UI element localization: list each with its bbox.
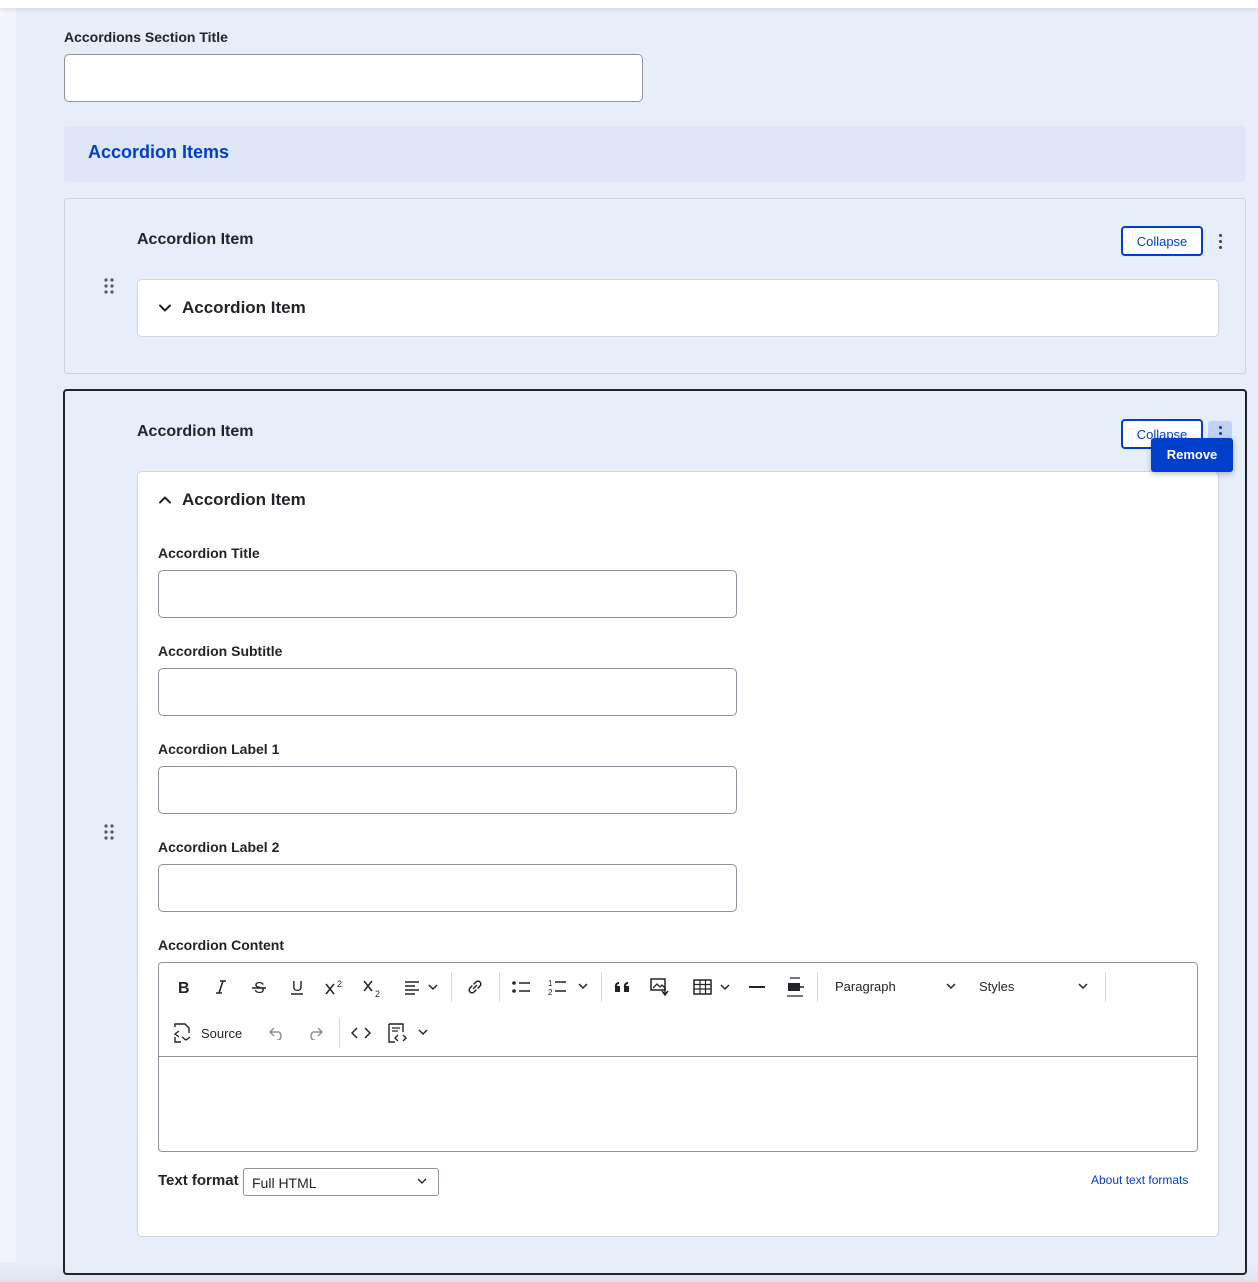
subscript-icon[interactable]: 2 [359,975,387,1003]
accordion-content-label: Accordion Content [158,937,284,953]
accordion-subtitle-label: Accordion Subtitle [158,643,283,659]
code-icon[interactable] [347,1019,375,1047]
drag-handle-icon[interactable] [103,277,115,295]
undo-icon[interactable] [263,1019,291,1047]
editor-content-area[interactable] [159,1057,1197,1151]
about-text-formats-link[interactable]: About text formats [1091,1173,1188,1187]
styles-dropdown-label: Styles [979,978,1015,994]
svg-text:1: 1 [548,979,553,988]
svg-text:U: U [292,978,303,995]
accordion-summary-label: Accordion Item [182,490,306,509]
editor-toolbar: B S U 2 2 12 Paragraph Styles Source [159,963,1197,1057]
horizontal-line-icon[interactable] [743,973,771,1001]
accordion-item-heading: Accordion Item [137,231,254,248]
accordion-label1-label: Accordion Label 1 [158,741,280,757]
strikethrough-icon[interactable]: S [245,973,273,1001]
numbered-list-icon[interactable]: 12 [545,973,593,1001]
source-label: Source [201,1025,243,1041]
accordion-summary-1[interactable]: Accordion Item [138,280,1218,336]
accordion-subtitle-input[interactable] [158,668,737,716]
svg-text:2: 2 [337,979,342,989]
svg-text:B: B [178,980,190,995]
accordion-title-label: Accordion Title [158,545,260,561]
section-title-input[interactable] [64,54,643,102]
italic-icon[interactable] [207,973,235,1001]
accordion-items-header: Accordion Items [64,126,1246,182]
underline-icon[interactable]: U [283,973,311,1001]
accordion-summary-2[interactable]: Accordion Item [138,472,1218,528]
media-icon[interactable] [781,973,809,1001]
image-icon[interactable] [647,973,675,1001]
rich-text-editor: B S U 2 2 12 Paragraph Styles Source [158,962,1198,1152]
chevron-up-icon [159,496,171,504]
chevron-down-icon [159,304,171,312]
svg-text:2: 2 [548,988,553,996]
accordion-items-title: Accordion Items [88,142,230,162]
accordion-title-input[interactable] [158,570,737,618]
accordion-summary-label: Accordion Item [182,298,306,317]
text-format-selected: Full HTML [252,1175,317,1191]
accordion-label2-label: Accordion Label 2 [158,839,280,855]
code-block-icon[interactable] [385,1019,433,1047]
more-actions-icon[interactable] [1208,229,1232,253]
chevron-down-icon [1078,983,1088,990]
bulleted-list-icon[interactable] [507,973,535,1001]
page-gutter [0,0,16,1282]
text-format-label: Text format [158,1172,239,1189]
top-bar-edge [0,0,1258,8]
redo-icon[interactable] [301,1019,329,1047]
source-icon [173,1023,191,1043]
section-title-label: Accordions Section Title [64,29,228,45]
chevron-down-icon [417,1178,427,1184]
accordion-label1-input[interactable] [158,766,737,814]
accordion-label2-input[interactable] [158,864,737,912]
remove-button[interactable]: Remove [1151,438,1233,472]
table-icon[interactable] [691,973,735,1001]
bold-icon[interactable]: B [169,973,197,1001]
align-icon[interactable] [401,973,441,1001]
svg-text:2: 2 [375,989,380,999]
text-format-select[interactable]: Full HTML [243,1168,439,1196]
accordion-item-card-1: Accordion Item Collapse Accordion Item [64,198,1246,374]
accordion-details-1: Accordion Item [137,279,1219,337]
chevron-down-icon [946,983,956,990]
drag-handle-icon[interactable] [103,823,115,841]
styles-dropdown[interactable]: Styles [971,972,1091,1000]
superscript-icon[interactable]: 2 [321,973,349,1001]
heading-dropdown-label: Paragraph [835,978,896,994]
source-button[interactable]: Source [171,1019,251,1047]
accordion-item-heading: Accordion Item [137,423,254,440]
blockquote-icon[interactable] [609,973,637,1001]
link-icon[interactable] [461,973,489,1001]
heading-dropdown[interactable]: Paragraph [827,972,959,1000]
collapse-button[interactable]: Collapse [1121,226,1203,256]
